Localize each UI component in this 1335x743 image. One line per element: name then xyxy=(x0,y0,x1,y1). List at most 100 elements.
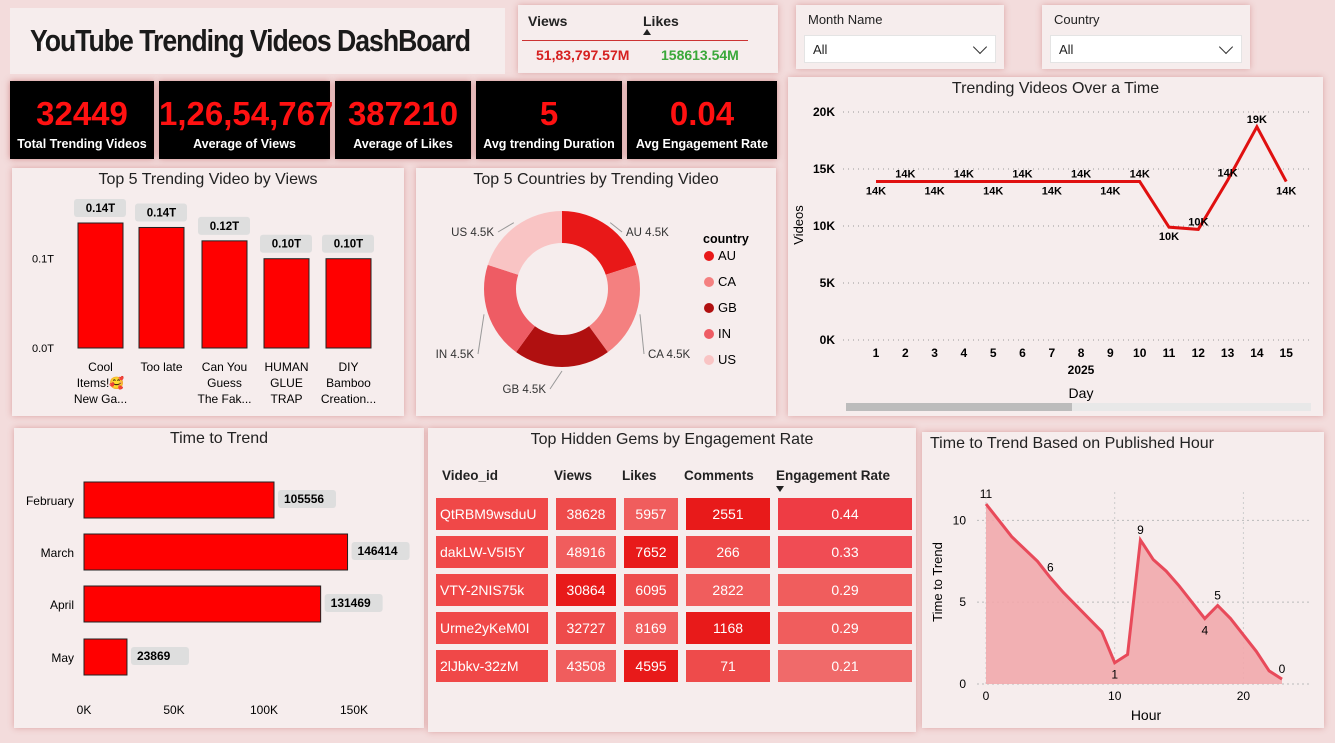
x-tick-label: Items!🥰 xyxy=(77,375,125,390)
time-to-trend-panel[interactable]: Time to Trend February 105556 March 146414 A… xyxy=(14,428,424,728)
cell-comments: 266 xyxy=(678,536,770,568)
point-data-label: 14K xyxy=(1042,186,1062,198)
donut-slice xyxy=(487,211,562,275)
kpi-average-views: 1,26,54,767 Average of Views xyxy=(159,81,333,159)
x-axis-title: Hour xyxy=(1131,707,1162,723)
x-tick-label: HUMAN xyxy=(265,360,309,374)
published-hour-panel[interactable]: Time to Trend Based on Published Hour 05… xyxy=(922,432,1324,728)
cell-comments: 2822 xyxy=(678,574,770,606)
x-tick-label: 20 xyxy=(1237,689,1251,703)
donut-slice xyxy=(562,211,637,275)
table-row[interactable]: 2lJbkv-32zM 43508 4595 71 0.21 xyxy=(436,650,912,682)
kpi-label: Average of Likes xyxy=(353,137,453,151)
legend-item: AU xyxy=(718,248,736,263)
bar xyxy=(83,638,128,676)
sort-up-icon[interactable] xyxy=(643,29,651,35)
x-tick-label: 13 xyxy=(1221,346,1235,360)
legend-marker xyxy=(704,303,714,313)
chevron-down-icon xyxy=(972,39,988,55)
kpi-value: 0.04 xyxy=(669,95,735,132)
category-label: February xyxy=(26,494,74,508)
top5-countries-panel[interactable]: Top 5 Countries by Trending Video AU 4.5… xyxy=(416,168,776,416)
published-hour-area-chart: 0 5 10 0 10 20 11 6 1 9 4 5 0 Time to Trend Hour xyxy=(930,487,1312,723)
cell-likes: 6095 xyxy=(616,574,678,606)
views-header: Views xyxy=(528,13,568,29)
legend-marker xyxy=(704,355,714,365)
table-row[interactable]: Urme2yKeM0I 32727 8169 1168 0.29 xyxy=(436,612,912,644)
category-label: May xyxy=(51,651,74,665)
engagement-rate-header-label: Engagement Rate xyxy=(776,467,891,483)
x-tick-label: New Ga... xyxy=(74,392,127,406)
cell-likes: 4595 xyxy=(616,650,678,682)
month-dropdown-value: All xyxy=(813,42,828,57)
legend-item: CA xyxy=(718,274,736,289)
table-row[interactable]: QtRBM9wsduU 38628 5957 2551 0.44 xyxy=(436,498,912,530)
cell-likes: 5957 xyxy=(616,498,678,530)
scrollbar-thumb[interactable] xyxy=(846,403,1072,411)
hidden-gems-title: Top Hidden Gems by Engagement Rate xyxy=(530,431,814,448)
cell-engagement-rate: 0.44 xyxy=(770,498,912,530)
leader-line xyxy=(477,314,485,355)
category-label: April xyxy=(50,598,74,612)
hidden-gems-panel[interactable]: Top Hidden Gems by Engagement Rate Video… xyxy=(428,428,916,732)
sort-down-icon[interactable] xyxy=(776,486,784,492)
point-data-label: 14K xyxy=(1218,167,1238,179)
cell-video-id: VTY-2NIS75k xyxy=(436,574,548,606)
table-row[interactable]: VTY-2NIS75k 30864 6095 2822 0.29 xyxy=(436,574,912,606)
horizontal-scrollbar[interactable] xyxy=(846,403,1311,411)
x-tick-label: 150K xyxy=(340,703,368,717)
point-data-label: 14K xyxy=(866,186,886,198)
hidden-gems-table: Video_id Views Likes Comments Engagement… xyxy=(436,452,912,688)
legend-item: US xyxy=(718,352,736,367)
point-data-label: 14K xyxy=(1276,186,1296,198)
point-data-label: 14K xyxy=(1012,169,1032,181)
column-header-likes[interactable]: Likes xyxy=(616,458,678,492)
y-axis-title: Time to Trend xyxy=(930,542,945,622)
cell-comments: 1168 xyxy=(678,612,770,644)
cell-views: 43508 xyxy=(548,650,616,682)
y-tick-label: 0 xyxy=(959,677,966,691)
point-data-label: 4 xyxy=(1201,624,1208,638)
y-tick-label: 10 xyxy=(953,513,967,527)
bar-data-label: 131469 xyxy=(331,596,371,610)
point-data-label: 5 xyxy=(1214,588,1221,602)
legend-marker xyxy=(704,251,714,261)
bar xyxy=(83,533,349,571)
legend-item: GB xyxy=(718,300,737,315)
likes-header: Likes xyxy=(643,13,679,29)
column-header-video-id[interactable]: Video_id xyxy=(436,458,548,492)
cell-video-id: dakLW-V5I5Y xyxy=(436,536,548,568)
kpi-label: Avg Engagement Rate xyxy=(635,137,769,151)
x-tick-label: 6 xyxy=(1019,346,1026,360)
dashboard-header: YouTube Trending Videos DashBoard xyxy=(10,8,505,74)
bar xyxy=(83,481,275,519)
cell-views: 30864 xyxy=(548,574,616,606)
cell-video-id: QtRBM9wsduU xyxy=(436,498,548,530)
cell-engagement-rate: 0.29 xyxy=(770,574,912,606)
table-row[interactable]: dakLW-V5I5Y 48916 7652 266 0.33 xyxy=(436,536,912,568)
kpi-value: 32449 xyxy=(36,95,128,132)
column-header-engagement-rate[interactable]: Engagement Rate xyxy=(770,458,912,492)
kpi-avg-trending-duration: 5 Avg trending Duration xyxy=(476,81,622,159)
legend-marker xyxy=(704,329,714,339)
cell-engagement-rate: 0.29 xyxy=(770,612,912,644)
y-tick-label: 15K xyxy=(813,162,835,176)
x-tick-label: 10 xyxy=(1133,346,1147,360)
bar xyxy=(138,226,185,349)
country-dropdown[interactable]: All xyxy=(1050,35,1242,63)
column-header-comments[interactable]: Comments xyxy=(678,458,770,492)
trend-over-time-panel[interactable]: Trending Videos Over a Time 20K 15K 10K 5K 0… xyxy=(788,77,1323,416)
legend-marker xyxy=(704,277,714,287)
leader-line xyxy=(639,314,645,355)
column-header-views[interactable]: Views xyxy=(548,458,616,492)
x-tick-label: Too late xyxy=(140,360,182,374)
top5-views-panel[interactable]: Top 5 Trending Video by Views 0.0T 0.1T 0.… xyxy=(12,168,404,416)
kpi-value: 5 xyxy=(539,95,559,132)
cell-comments: 2551 xyxy=(678,498,770,530)
country-dropdown-value: All xyxy=(1059,42,1074,57)
views-likes-card[interactable]: Views Likes 51,83,797.57M 158613.54M xyxy=(518,5,778,73)
month-dropdown[interactable]: All xyxy=(804,35,996,63)
x-tick-label: 8 xyxy=(1078,346,1085,360)
time-to-trend-chart: February 105556 March 146414 April 131469 May 2… xyxy=(26,481,410,717)
y-tick-label: 0.1T xyxy=(32,254,54,266)
